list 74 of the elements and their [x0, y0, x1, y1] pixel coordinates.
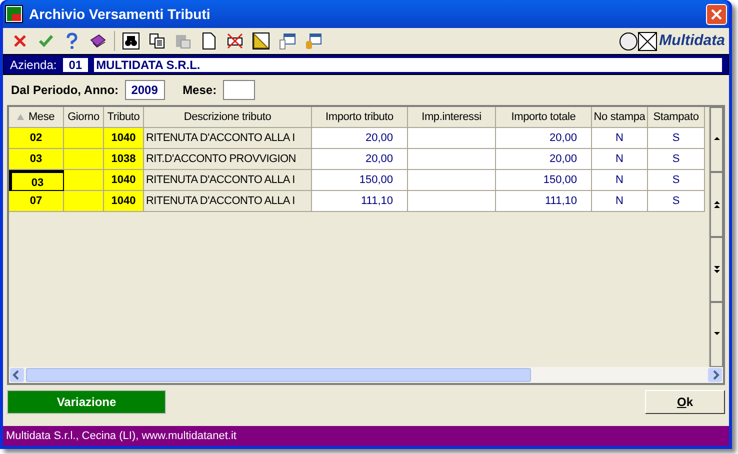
ruler-table-icon[interactable]: [252, 32, 270, 50]
document-icon[interactable]: [200, 32, 218, 50]
table-cell: [64, 191, 104, 212]
status-text: Multidata S.r.l., Cecina (LI), www.multidatanet.it: [6, 428, 236, 444]
table-cell: 03: [9, 149, 64, 170]
circle-icon: [619, 32, 638, 50]
table-cell: N: [592, 191, 648, 212]
table-cell: RIT.D'ACCONTO PROVVIGION: [144, 149, 312, 170]
year-label: Dal Periodo, Anno:: [11, 82, 119, 99]
table-cell: S: [648, 149, 705, 170]
table-cell: 20,00: [312, 149, 408, 170]
vertical-scrollbar[interactable]: [709, 107, 723, 367]
column-header[interactable]: Tributo: [104, 107, 144, 128]
table-cell: RITENUTA D'ACCONTO ALLA I: [144, 128, 312, 149]
database-table-icon[interactable]: [304, 32, 322, 50]
table-cell: 20,00: [496, 149, 592, 170]
table-cell: 150,00: [312, 170, 408, 191]
company-label: Azienda:: [10, 56, 57, 74]
copy-icon[interactable]: [148, 32, 166, 50]
scroll-thumb[interactable]: [26, 368, 531, 382]
month-field[interactable]: [222, 80, 255, 100]
table-cell: RITENUTA D'ACCONTO ALLA I: [144, 170, 312, 191]
scroll-arrow-icon[interactable]: [712, 200, 720, 209]
company-code: 01: [62, 58, 88, 72]
ok-button[interactable]: Ok: [645, 390, 725, 414]
table-cell: S: [648, 170, 705, 191]
table-cell: S: [648, 191, 705, 212]
year-field[interactable]: 2009: [124, 80, 165, 100]
table-cell: N: [592, 149, 648, 170]
table-cell: 111,10: [312, 191, 408, 212]
table-cell: S: [648, 128, 705, 149]
table-cell: N: [592, 128, 648, 149]
app-icon: [5, 5, 23, 23]
scroll-right-icon[interactable]: [708, 368, 722, 382]
table-cell: 150,00: [496, 170, 592, 191]
horizontal-scrollbar[interactable]: [9, 367, 723, 383]
close-button[interactable]: [706, 4, 727, 24]
table-cell: 1040: [104, 170, 144, 191]
table-cell: 07: [9, 191, 64, 212]
close-icon: [711, 8, 722, 20]
column-header[interactable]: Mese: [9, 107, 64, 128]
column-header[interactable]: Importo totale: [496, 107, 592, 128]
checkmark-icon[interactable]: [37, 32, 55, 50]
company-name: MULTIDATA S.R.L.: [94, 58, 722, 72]
month-label: Mese:: [182, 82, 217, 99]
table-cell: 02: [9, 128, 64, 149]
column-header[interactable]: Importo tributo: [312, 107, 408, 128]
scroll-arrow-icon[interactable]: [712, 265, 720, 274]
column-header[interactable]: Stampato: [648, 107, 705, 128]
binoculars-icon[interactable]: [122, 32, 140, 50]
table-cell: 111,10: [496, 191, 592, 212]
table-cell: 1040: [104, 191, 144, 212]
table-cell: RITENUTA D'ACCONTO ALLA I: [144, 191, 312, 212]
column-header[interactable]: Descrizione tributo: [144, 107, 312, 128]
table-cell: [64, 170, 104, 191]
logo-text: Multidata: [659, 30, 725, 51]
new-table-icon[interactable]: [278, 32, 296, 50]
variation-button[interactable]: Variazione: [7, 390, 166, 414]
column-header[interactable]: No stampa: [592, 107, 648, 128]
column-header[interactable]: Imp.interessi: [408, 107, 496, 128]
book-icon[interactable]: [89, 32, 107, 50]
table-cell: 1040: [104, 128, 144, 149]
table-cell: N: [592, 170, 648, 191]
scroll-left-icon[interactable]: [10, 368, 24, 382]
table-cell: 20,00: [312, 128, 408, 149]
table-cell: [64, 149, 104, 170]
table-cell: 1038: [104, 149, 144, 170]
column-header[interactable]: Giorno: [64, 107, 104, 128]
table-cell: 03: [9, 170, 64, 191]
table-cell: 20,00: [496, 128, 592, 149]
crossed-box-icon: [638, 32, 658, 50]
window-title: Archivio Versamenti Tributi: [29, 4, 212, 24]
table-cell: [64, 128, 104, 149]
cancel-document-icon[interactable]: [226, 32, 244, 50]
